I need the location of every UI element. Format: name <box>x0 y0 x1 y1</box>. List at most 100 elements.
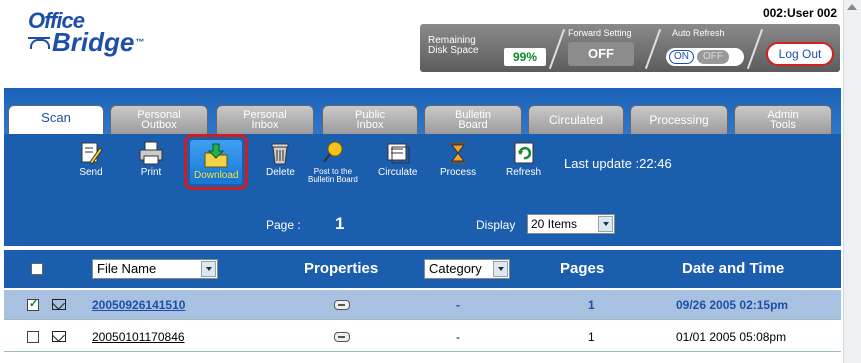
row-checkbox[interactable] <box>27 331 39 343</box>
last-update-text: Last update :22:46 <box>564 156 672 171</box>
properties-icon[interactable] <box>334 332 350 342</box>
tab-label: Board <box>458 119 488 131</box>
tab-personal-inbox[interactable]: Personal Inbox <box>216 105 314 134</box>
divider <box>548 28 566 70</box>
tab-public-inbox[interactable]: Public Inbox <box>322 105 418 134</box>
date-value: 09/26 2005 02:15pm <box>676 298 789 312</box>
tab-scan[interactable]: Scan <box>8 105 104 136</box>
tab-label: Inbox <box>356 119 384 131</box>
download-button-face: Download <box>190 140 243 184</box>
select-all-checkbox[interactable] <box>31 263 43 275</box>
refresh-button[interactable]: Refresh <box>506 140 541 178</box>
table-row[interactable]: 20050101170846 - 1 01/01 2005 05:08pm <box>4 322 841 352</box>
trash-icon <box>271 143 289 165</box>
pages-value: 1 <box>588 298 595 312</box>
bridge-mark-icon <box>28 35 50 49</box>
process-label: Process <box>440 167 477 178</box>
date-time-header: Date and Time <box>682 260 785 277</box>
circulate-label: Circulate <box>378 167 418 178</box>
pages-header: Pages <box>560 260 605 277</box>
disk-space-value: 99% <box>504 48 546 66</box>
header: Office Bridge ™ 002:User 002 Remaining D… <box>4 4 841 86</box>
display-label: Display <box>476 218 516 232</box>
tab-label: Processing <box>649 113 709 127</box>
delete-button[interactable]: Delete <box>266 140 295 178</box>
file-name-link[interactable]: 20050101170846 <box>92 330 185 344</box>
tab-label: Outbox <box>141 119 177 131</box>
logout-button[interactable]: Log Out <box>766 42 834 66</box>
process-button[interactable]: Process <box>440 140 476 178</box>
toolbar: Send Print Download Delete Post to the Bu… <box>4 134 841 246</box>
pushpin-icon <box>323 141 343 163</box>
post-bulletin-button[interactable]: Post to the Bulletin Board <box>308 140 358 184</box>
page-label: Page : <box>266 218 301 232</box>
chevron-down-icon[interactable] <box>201 261 216 277</box>
auto-refresh-on[interactable]: ON <box>669 50 694 64</box>
display-count-select[interactable]: 20 Items <box>527 214 615 234</box>
auto-refresh-off[interactable]: OFF <box>697 50 729 64</box>
disk-space-label-text: Remaining Disk Space <box>428 35 479 56</box>
tab-personal-outbox[interactable]: Personal Outbox <box>110 105 208 134</box>
delete-label: Delete <box>266 167 295 178</box>
filename-select-value: File Name <box>97 261 157 276</box>
table-row[interactable]: 20050926141510 - 1 09/26 2005 02:15pm <box>4 290 841 320</box>
tab-bulletin-board[interactable]: Bulletin Board <box>424 105 522 134</box>
post-bulletin-label: Post to the Bulletin Board <box>308 168 358 184</box>
tab-label: Scan <box>41 110 71 125</box>
tab-processing[interactable]: Processing <box>630 105 728 134</box>
circulate-icon <box>387 143 410 164</box>
forward-setting-value[interactable]: OFF <box>568 42 634 66</box>
filename-sort-select[interactable]: File Name <box>92 259 218 279</box>
tab-bar: Scan Personal Outbox Personal Inbox Public… <box>4 88 841 136</box>
category-value: - <box>456 298 460 312</box>
envelope-icon <box>52 299 66 310</box>
refresh-label: Refresh <box>506 167 542 178</box>
file-name-link[interactable]: 20050926141510 <box>92 298 185 312</box>
send-button[interactable]: Send <box>78 140 104 178</box>
print-button[interactable]: Print <box>138 140 164 178</box>
print-label: Print <box>140 167 162 178</box>
circulate-button[interactable]: Circulate <box>378 140 417 178</box>
tab-circulated[interactable]: Circulated <box>528 105 624 134</box>
chevron-down-icon[interactable] <box>598 216 613 232</box>
category-select-value: Category <box>429 261 482 276</box>
download-label: Download <box>194 170 239 181</box>
logo-trademark: ™ <box>135 36 145 47</box>
send-label: Send <box>79 167 103 178</box>
refresh-icon <box>514 142 533 164</box>
chevron-down-icon[interactable] <box>493 261 508 277</box>
category-filter-select[interactable]: Category <box>424 259 510 279</box>
properties-icon[interactable] <box>334 300 350 310</box>
forward-setting-label: Forward Setting <box>568 28 632 38</box>
auto-refresh-label: Auto Refresh <box>672 28 725 38</box>
auto-refresh-toggle[interactable]: ON OFF <box>666 48 744 66</box>
date-value: 01/01 2005 05:08pm <box>676 330 787 344</box>
hourglass-icon <box>450 142 467 164</box>
table-header: File Name Properties Category Pages Date… <box>4 250 841 288</box>
officebridge-logo: Office Bridge ™ <box>28 10 144 55</box>
envelope-icon <box>52 331 66 342</box>
properties-header: Properties <box>304 260 379 277</box>
tab-admin-tools[interactable]: Admin Tools <box>734 105 832 134</box>
pages-value: 1 <box>588 330 595 344</box>
download-icon <box>204 143 228 168</box>
disk-space-label: Remaining Disk Space <box>428 36 492 56</box>
page-number: 1 <box>335 214 345 233</box>
logo-bridge-text: Bridge <box>52 27 135 57</box>
printer-icon <box>139 141 163 165</box>
display-count-value: 20 Items <box>531 217 578 231</box>
status-bar: Remaining Disk Space 99% Forward Setting… <box>420 24 840 72</box>
divider <box>746 28 764 70</box>
send-icon <box>81 142 103 165</box>
divider <box>644 28 662 70</box>
scroll-up-arrow-icon[interactable] <box>847 4 857 10</box>
tab-label: Circulated <box>548 113 604 127</box>
post-label-line2: Bulletin Board <box>308 175 358 184</box>
tab-label: Inbox <box>251 119 279 131</box>
tab-label: Tools <box>770 119 796 131</box>
category-value: - <box>456 330 460 344</box>
vertical-scrollbar[interactable] <box>843 0 861 363</box>
download-button[interactable]: Download <box>184 134 249 190</box>
user-label: 002:User 002 <box>762 6 837 20</box>
row-checkbox[interactable] <box>27 297 39 311</box>
